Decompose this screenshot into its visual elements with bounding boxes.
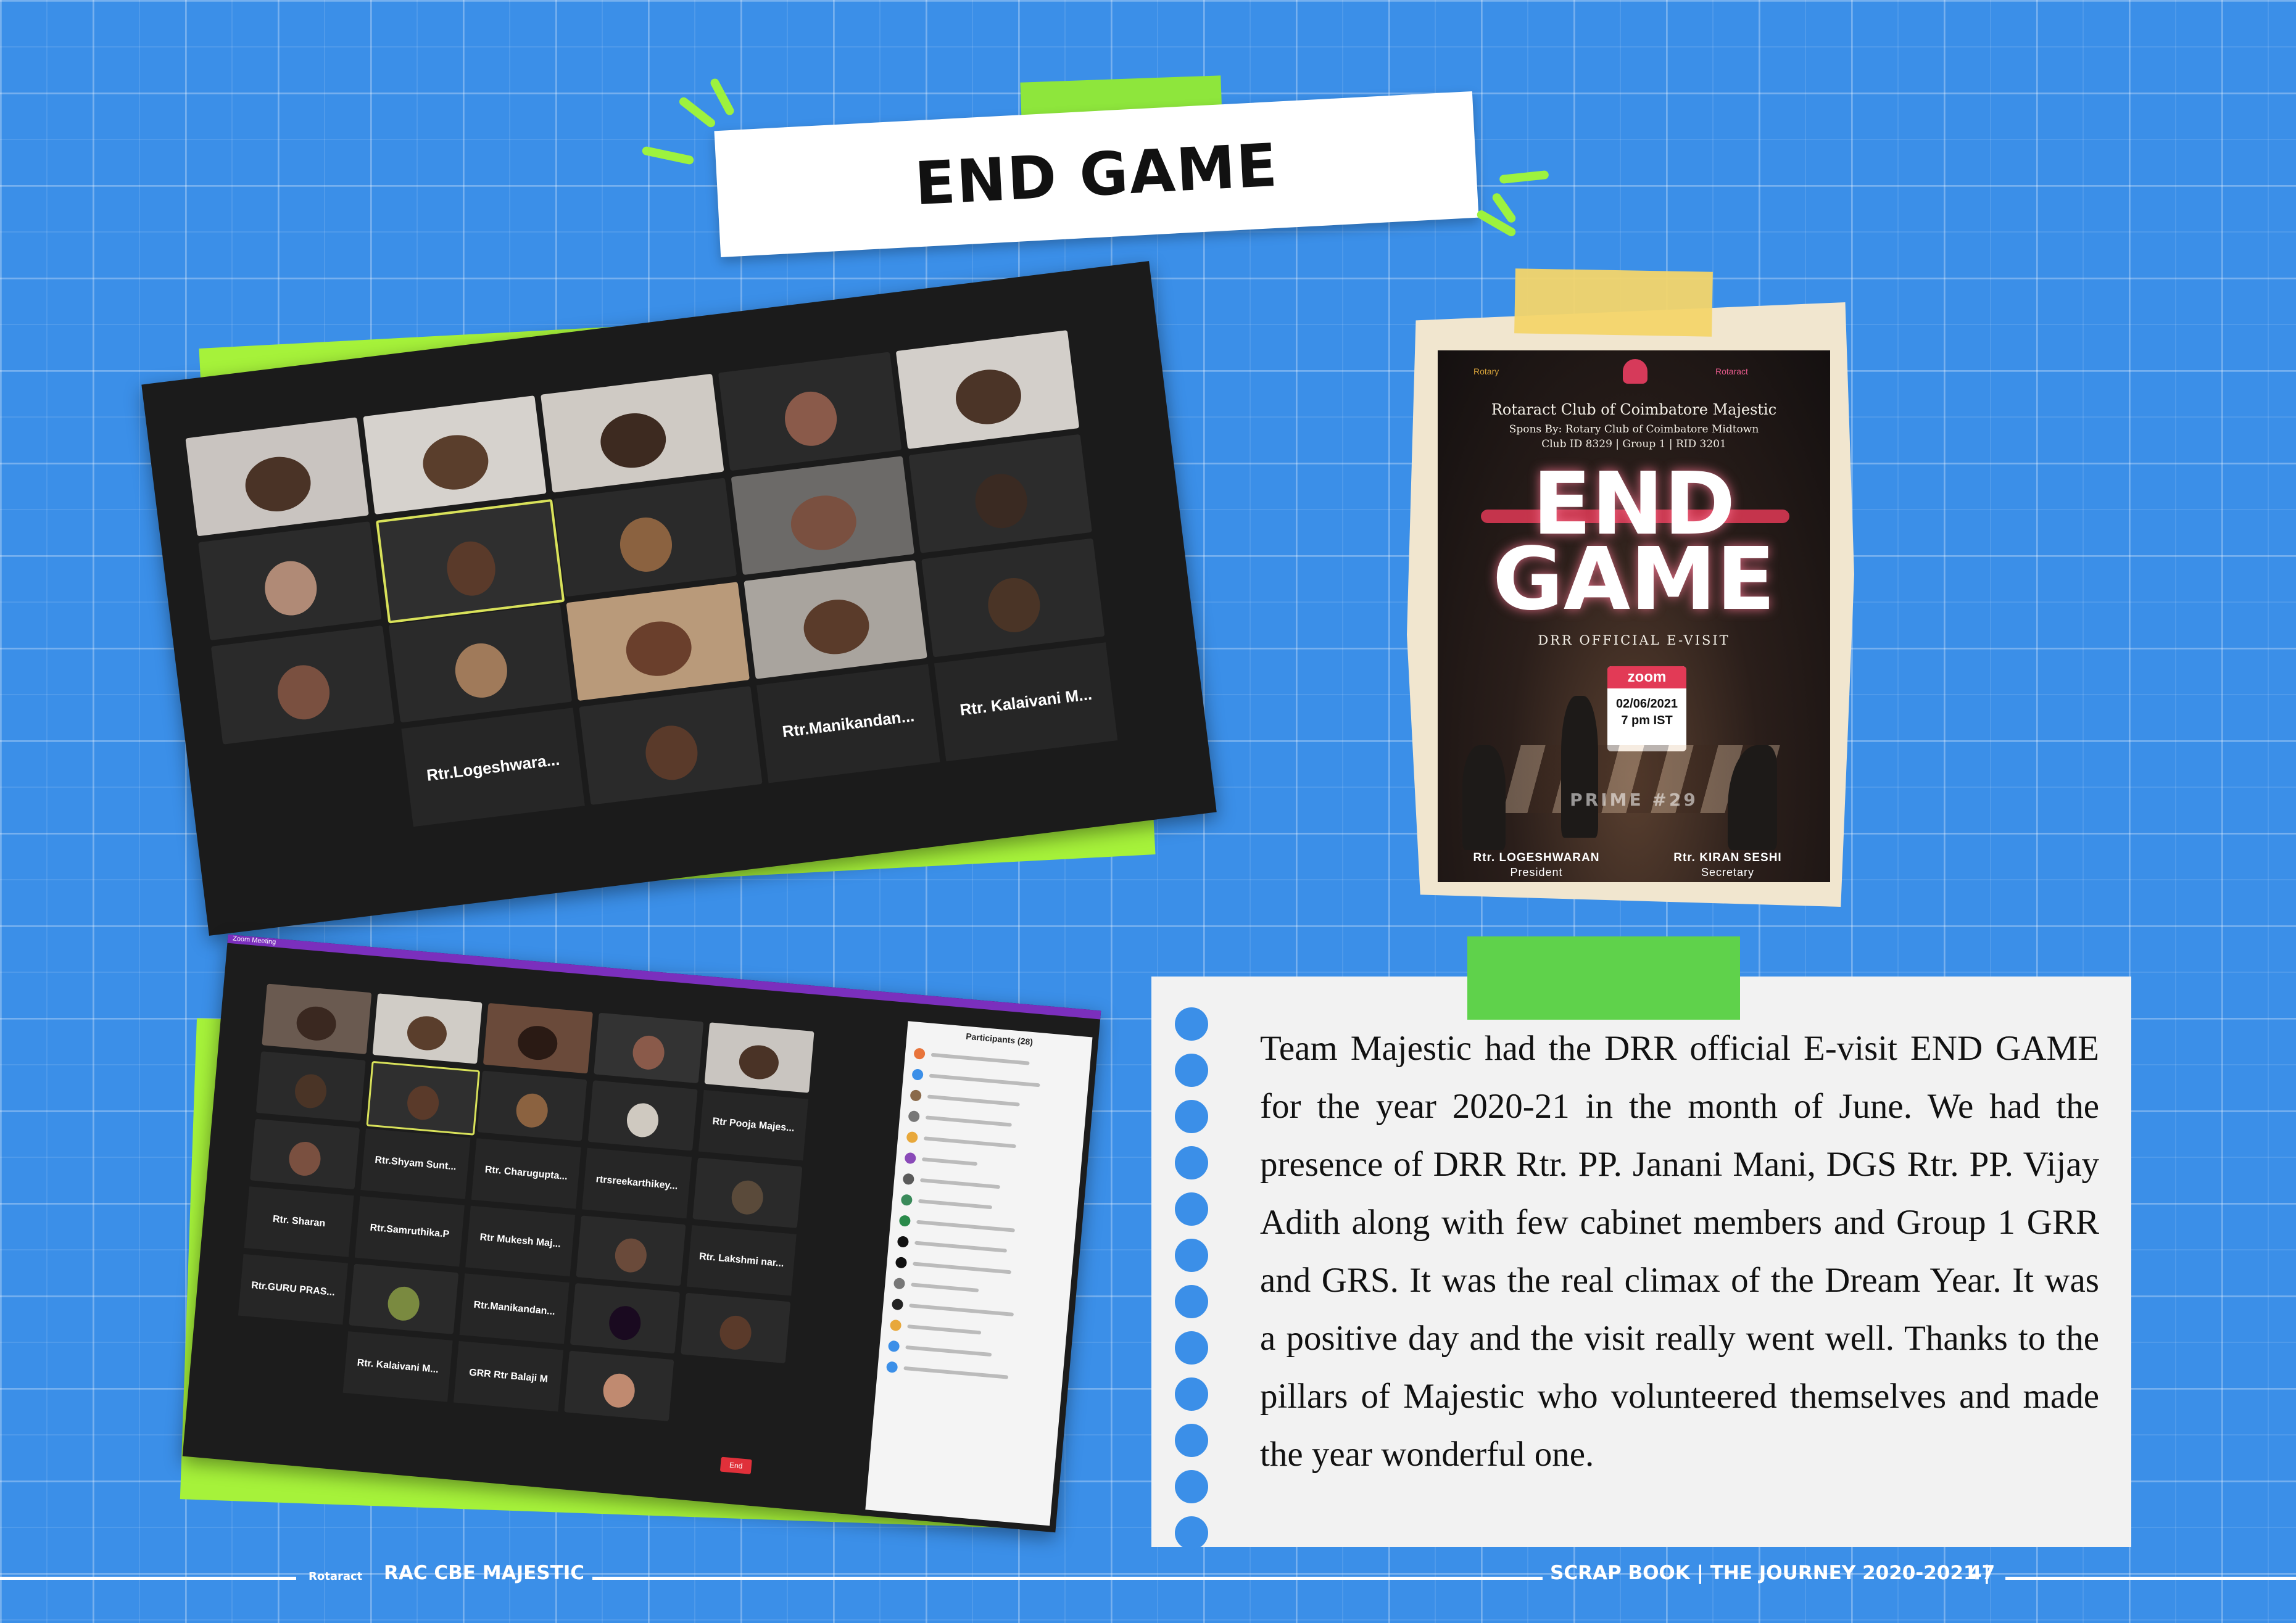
secretary-title: Secretary [1701,866,1755,878]
video-tile [566,582,750,701]
video-tile [553,477,737,597]
prime-label: PRIME #29 [1570,790,1698,810]
spark-decoration [709,77,736,117]
participant-name-tile: Rtr. Kalaivani M... [934,642,1118,762]
poster-subtitle: DRR OFFICIAL E-VISIT [1538,633,1730,648]
participant-name-tile: Rtr.Manikandan... [756,664,940,783]
video-tile [718,352,902,471]
participant-name-tile: Rtr.Samruthika.P [354,1196,465,1267]
chess-piece [1561,696,1598,838]
footer-logo: Rotaract [309,1570,363,1583]
video-tile [375,498,565,624]
rotaract-logo: Rotaract [1715,366,1748,376]
footer-right-text: SCRAP BOOK | THE JOURNEY 2020-2021 | [1550,1562,1991,1584]
window-title: Zoom Meeting [232,935,276,946]
participant-name-tile: GRR Rtr Balaji M [453,1340,564,1412]
page-number: 47 [1968,1562,1996,1584]
page-title: END GAME [913,130,1280,218]
video-tile [681,1292,791,1364]
video-tile [895,330,1080,450]
green-tape [1467,936,1740,1020]
participant-name-tile: Rtr. Charugupta... [471,1138,581,1209]
title-card: END GAME [714,91,1479,258]
body-paragraph: Team Majestic had the DRR official E-vis… [1260,1029,2099,1474]
participant-name-tile: rtrsreekarthikey... [582,1147,692,1219]
yellow-tape [1514,268,1713,337]
participant-name-tile: Rtr Mukesh Maj... [465,1205,576,1277]
sponsor-line: Spons By: Rotary Club of Coimbatore Midt… [1509,423,1759,436]
secretary-name: Rtr. KIRAN SESHI [1673,851,1782,864]
zoom-label: zoom [1607,666,1686,688]
participant-name-tile: Rtr. Kalaivani M... [342,1331,453,1402]
event-poster: Rotary Rotaract Rotaract Club of Coimbat… [1438,350,1830,882]
video-tile [579,685,763,805]
footer-line [2005,1577,2296,1580]
video-tile [564,1350,674,1421]
event-time: 7 pm IST [1621,714,1673,727]
participant-name-tile: Rtr. Lakshmi nar... [686,1225,797,1296]
video-tile [594,1012,704,1084]
president-title: President [1510,866,1563,878]
video-tile [388,603,573,723]
spark-decoration [641,146,695,165]
participant-name-tile: Rtr.Shyam Sunt... [360,1128,471,1199]
description-card: Team Majestic had the DRR official E-vis… [1151,977,2131,1550]
video-tile [587,1080,698,1151]
video-tile [908,434,1092,553]
video-tile [210,625,395,745]
poster-heading-game: GAME [1492,529,1776,630]
video-tile [692,1157,803,1228]
video-tile [250,1118,360,1190]
video-tile [541,373,724,493]
footer-line [592,1577,1543,1580]
video-tile [185,417,369,537]
rotary-logo: Rotary [1473,366,1499,376]
participants-panel: Participants (28) [865,1021,1093,1526]
participant-name-tile: Rtr.Manikandan... [459,1273,570,1344]
video-tile [576,1215,686,1286]
zoom-screenshot-2: Zoom Meeting Rtr Pooja Majes... Rtr.Shya… [182,934,1101,1533]
spark-decoration [1499,170,1549,184]
footer-left-text: RAC CBE MAJESTIC [384,1562,585,1584]
video-tile [366,1060,481,1136]
spark-decoration [678,95,717,130]
participant-name-tile: Rtr.Logeshwara... [401,708,585,827]
video-tile [477,1070,587,1141]
video-tile [255,1051,366,1122]
video-tile [570,1282,680,1354]
video-tile [704,1022,814,1093]
participant-name-tile: Rtr. Sharan [244,1186,354,1257]
video-tile [731,456,915,576]
video-tile [198,521,382,641]
end-button[interactable]: End [719,1456,752,1474]
zoom-date-box: zoom 02/06/2021 7 pm IST [1607,666,1686,751]
president-name: Rtr. LOGESHWARAN [1473,851,1600,864]
lotus-logo [1623,359,1647,384]
participant-name-tile: Rtr.GURU PRAS... [238,1253,348,1325]
video-tile [483,1002,593,1074]
video-tile [262,983,372,1054]
club-name: Rotaract Club of Coimbatore Majestic [1491,401,1777,418]
event-date: 02/06/2021 [1615,697,1678,711]
video-tile [372,993,483,1064]
club-id-line: Club ID 8329 | Group 1 | RID 3201 [1541,438,1726,450]
video-tile [363,395,547,515]
video-tile [349,1263,459,1335]
video-tile [744,560,927,679]
participant-name-tile: Rtr Pooja Majes... [698,1089,809,1161]
video-tile [921,538,1105,658]
footer-line [0,1577,296,1580]
